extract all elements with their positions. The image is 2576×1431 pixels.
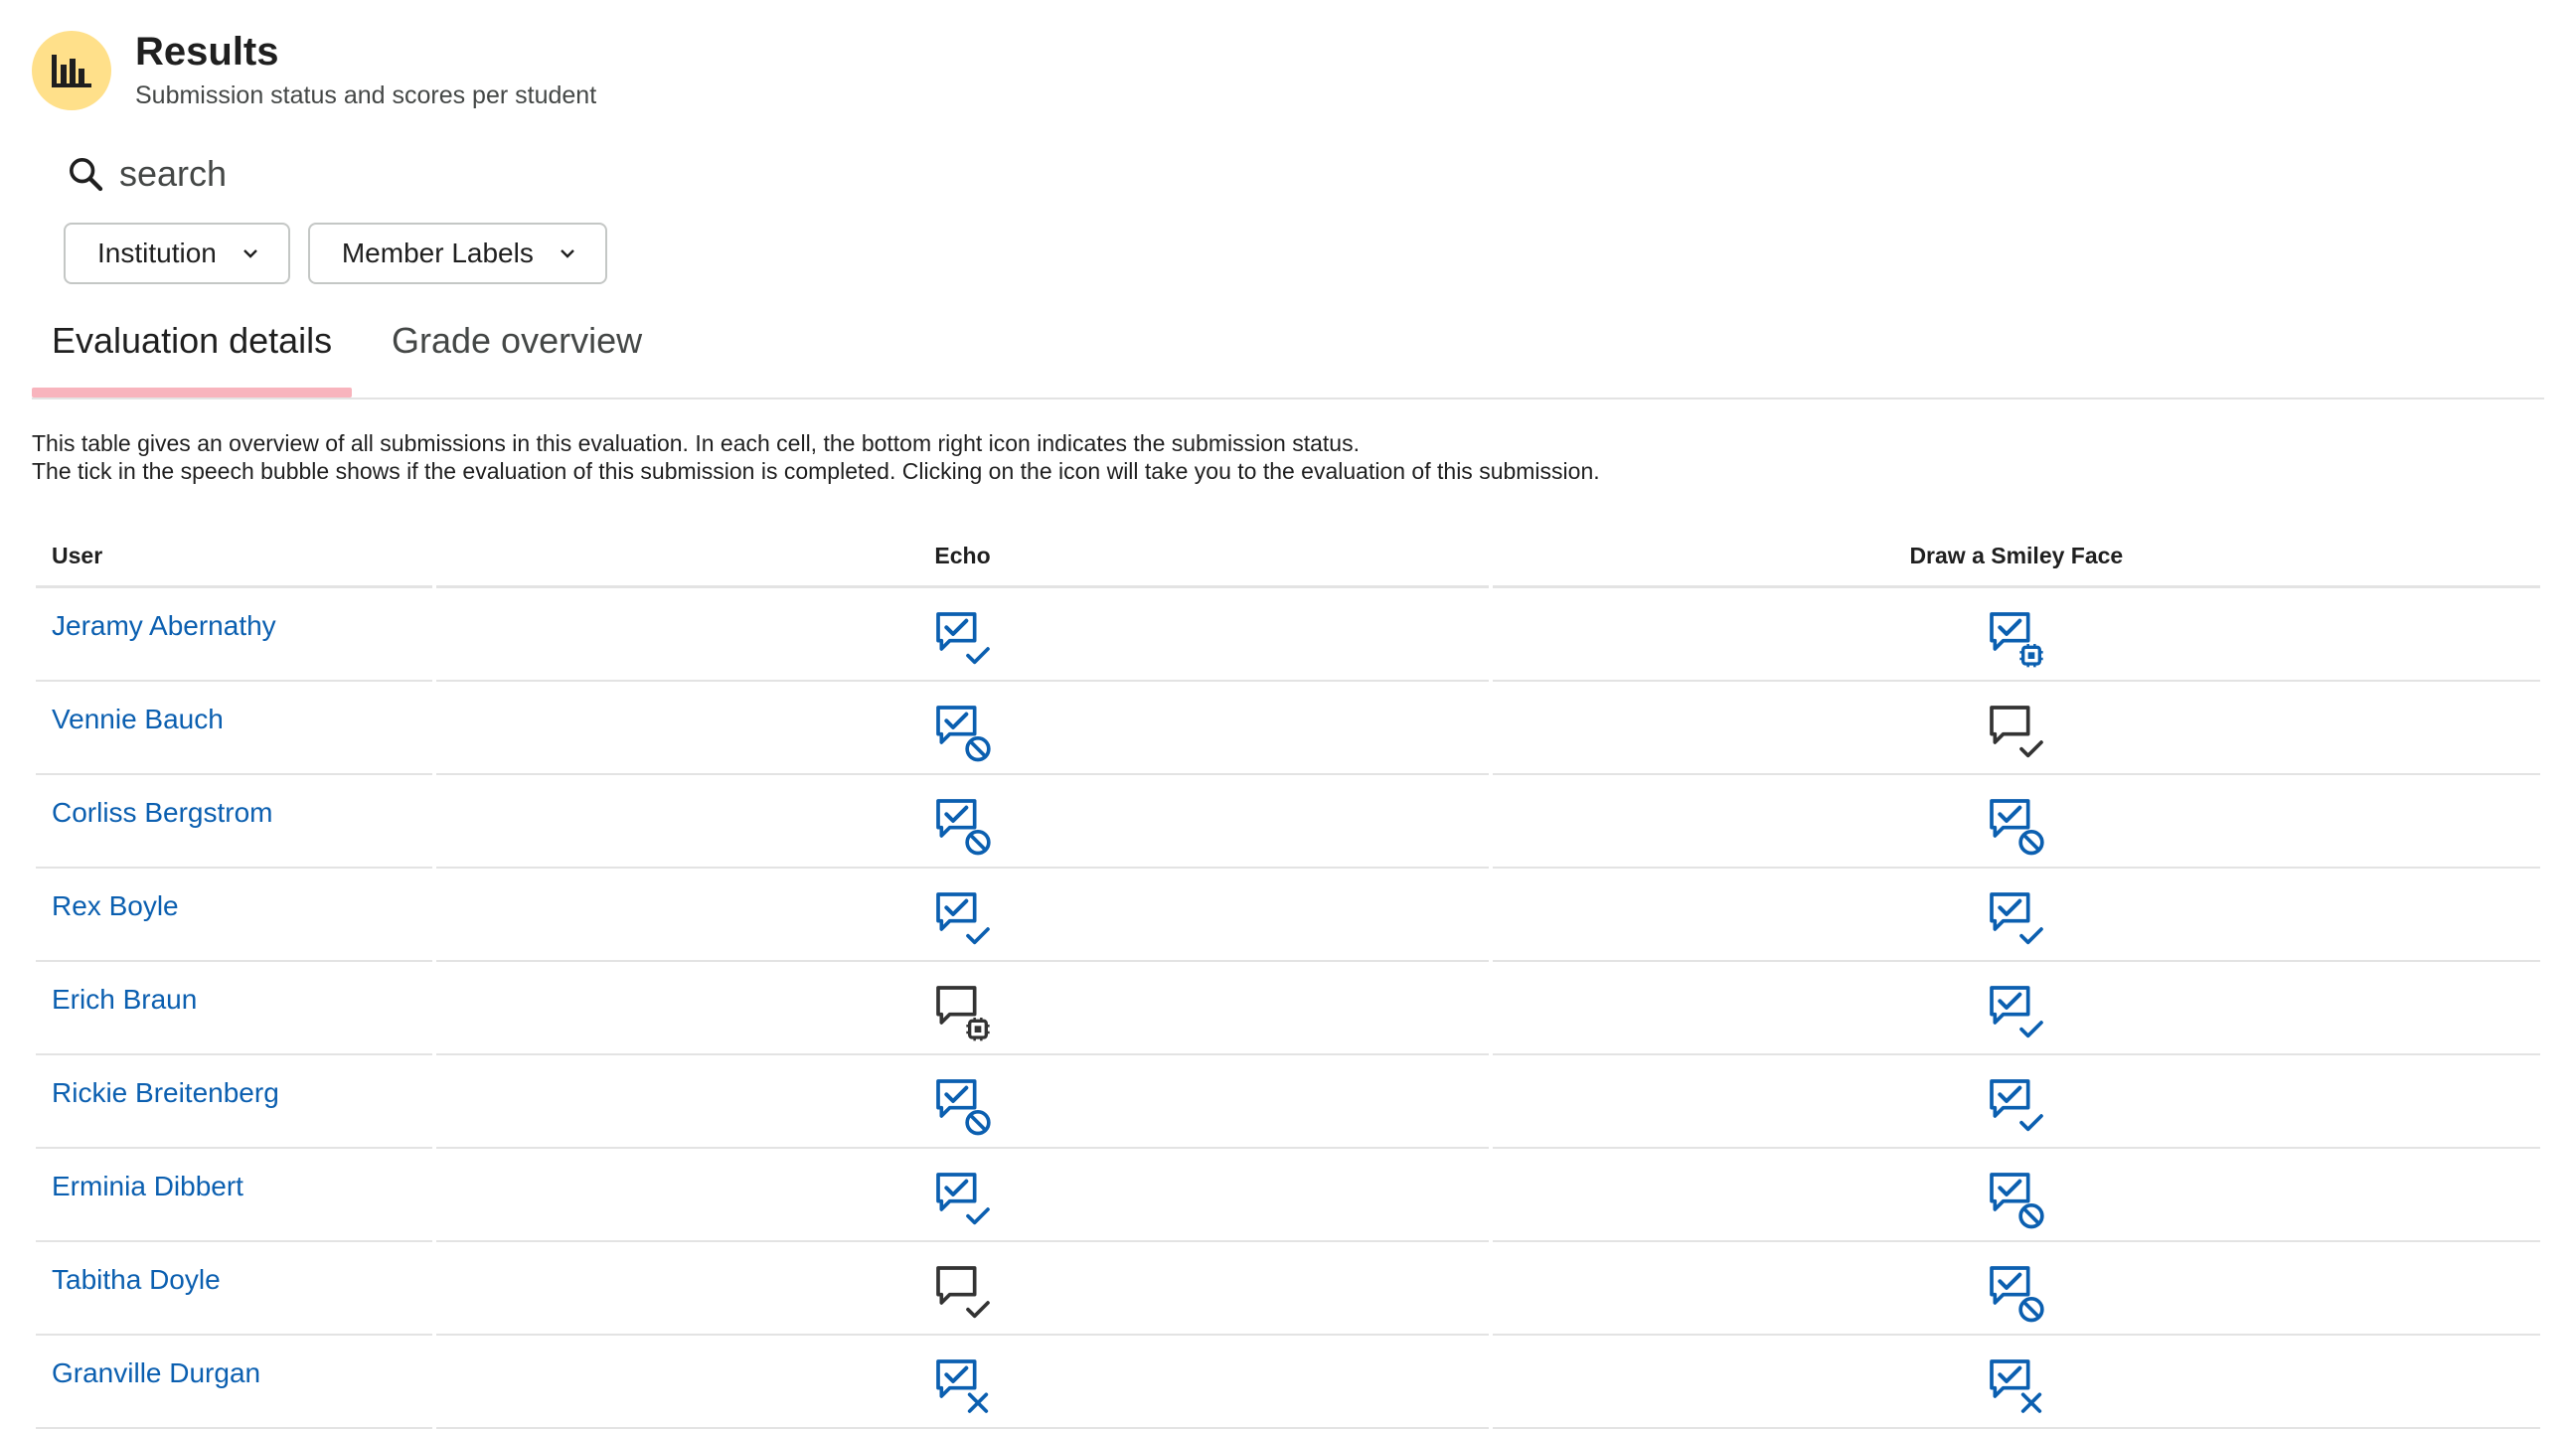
institution-filter[interactable]: Institution bbox=[64, 223, 290, 284]
draw-status-cell bbox=[1492, 588, 2540, 682]
page-header: Results Submission status and scores per… bbox=[32, 30, 596, 110]
chevron-down-icon bbox=[556, 241, 579, 265]
header-text: Results Submission status and scores per… bbox=[135, 30, 596, 110]
table-row: Granville Durgan bbox=[36, 1336, 2540, 1429]
search-input[interactable] bbox=[119, 153, 636, 195]
user-link[interactable]: Granville Durgan bbox=[52, 1357, 260, 1389]
search-bar bbox=[66, 153, 662, 195]
draw-status-cell bbox=[1492, 869, 2540, 962]
submission-wrong-icon[interactable] bbox=[933, 1356, 993, 1416]
echo-status-cell bbox=[436, 1336, 1489, 1429]
user-link[interactable]: Corliss Bergstrom bbox=[52, 797, 272, 829]
table-row: Erminia Dibbert bbox=[36, 1149, 2540, 1242]
description-line: The tick in the speech bubble shows if t… bbox=[32, 458, 1600, 484]
filter-bar: Institution Member Labels bbox=[64, 223, 607, 284]
echo-status-cell bbox=[436, 588, 1489, 682]
echo-status-cell bbox=[436, 1055, 1489, 1149]
submission-blocked-icon[interactable] bbox=[1987, 1263, 2046, 1323]
draw-status-cell bbox=[1492, 1055, 2540, 1149]
user-link[interactable]: Erich Braun bbox=[52, 984, 197, 1016]
echo-status-cell bbox=[436, 869, 1489, 962]
user-cell: Corliss Bergstrom bbox=[36, 775, 433, 869]
page-title: Results bbox=[135, 30, 279, 74]
user-link[interactable]: Rickie Breitenberg bbox=[52, 1077, 279, 1109]
submission-blocked-icon[interactable] bbox=[1987, 796, 2046, 856]
user-cell: Tabitha Doyle bbox=[36, 1242, 433, 1336]
submission-running-icon[interactable] bbox=[1987, 609, 2046, 669]
submission-correct-icon[interactable] bbox=[933, 1170, 993, 1229]
results-page: Results Submission status and scores per… bbox=[0, 0, 2576, 1431]
echo-status-cell bbox=[436, 775, 1489, 869]
user-cell: Granville Durgan bbox=[36, 1336, 433, 1429]
submission-blocked-icon[interactable] bbox=[933, 1076, 993, 1136]
submission-wrong-icon[interactable] bbox=[1987, 1356, 2046, 1416]
submission-correct-icon[interactable] bbox=[933, 889, 993, 949]
chevron-down-icon bbox=[239, 241, 262, 265]
echo-status-cell bbox=[436, 682, 1489, 775]
table-row: Tabitha Doyle bbox=[36, 1242, 2540, 1336]
submission-correct-icon[interactable] bbox=[933, 609, 993, 669]
echo-status-cell bbox=[436, 1242, 1489, 1336]
description-line: This table gives an overview of all subm… bbox=[32, 430, 1360, 456]
user-link[interactable]: Jeramy Abernathy bbox=[52, 610, 276, 642]
tab-grade-overview[interactable]: Grade overview bbox=[392, 316, 642, 399]
filter-label: Institution bbox=[97, 238, 217, 268]
user-link[interactable]: Erminia Dibbert bbox=[52, 1171, 243, 1202]
table-description: This table gives an overview of all subm… bbox=[32, 429, 1600, 485]
bar-chart-icon bbox=[50, 51, 93, 90]
echo-status-cell bbox=[436, 1149, 1489, 1242]
table-row: Corliss Bergstrom bbox=[36, 775, 2540, 869]
draw-status-cell bbox=[1492, 775, 2540, 869]
submission-blocked-icon[interactable] bbox=[1987, 1170, 2046, 1229]
user-cell: Erminia Dibbert bbox=[36, 1149, 433, 1242]
column-header-echo: Echo bbox=[436, 527, 1489, 588]
submission-correct-icon[interactable] bbox=[1987, 703, 2046, 762]
user-link[interactable]: Vennie Bauch bbox=[52, 704, 224, 735]
search-icon[interactable] bbox=[66, 154, 105, 194]
user-link[interactable]: Rex Boyle bbox=[52, 890, 179, 922]
member-labels-filter[interactable]: Member Labels bbox=[307, 223, 607, 284]
avatar bbox=[32, 30, 111, 110]
submission-correct-icon[interactable] bbox=[933, 1263, 993, 1323]
active-tab-indicator bbox=[32, 388, 352, 398]
page-subtitle: Submission status and scores per student bbox=[135, 81, 597, 109]
table-row: Vennie Bauch bbox=[36, 682, 2540, 775]
table-row: Rex Boyle bbox=[36, 869, 2540, 962]
user-cell: Erich Braun bbox=[36, 962, 433, 1055]
table-body: Jeramy Abernathy Vennie Bauch Corliss Berg… bbox=[36, 588, 2540, 1429]
table-row: Jeramy Abernathy bbox=[36, 588, 2540, 682]
user-cell: Rickie Breitenberg bbox=[36, 1055, 433, 1149]
tab-bar: Evaluation details Grade overview bbox=[32, 316, 2544, 399]
submission-correct-icon[interactable] bbox=[1987, 983, 2046, 1042]
user-cell: Rex Boyle bbox=[36, 869, 433, 962]
draw-status-cell bbox=[1492, 1149, 2540, 1242]
results-table: User Echo Draw a Smiley Face Jeramy Aber… bbox=[36, 527, 2540, 1429]
draw-status-cell bbox=[1492, 682, 2540, 775]
draw-status-cell bbox=[1492, 1336, 2540, 1429]
column-header-user: User bbox=[36, 527, 433, 588]
submission-blocked-icon[interactable] bbox=[933, 703, 993, 762]
draw-status-cell bbox=[1492, 1242, 2540, 1336]
user-cell: Vennie Bauch bbox=[36, 682, 433, 775]
filter-label: Member Labels bbox=[341, 238, 534, 268]
table-header: User Echo Draw a Smiley Face bbox=[36, 527, 2540, 588]
table-row: Erich Braun bbox=[36, 962, 2540, 1055]
submission-running-icon[interactable] bbox=[933, 983, 993, 1042]
column-header-draw-a-smiley-face: Draw a Smiley Face bbox=[1492, 527, 2540, 588]
submission-blocked-icon[interactable] bbox=[933, 796, 993, 856]
echo-status-cell bbox=[436, 962, 1489, 1055]
user-link[interactable]: Tabitha Doyle bbox=[52, 1264, 221, 1296]
draw-status-cell bbox=[1492, 962, 2540, 1055]
submission-correct-icon[interactable] bbox=[1987, 889, 2046, 949]
user-cell: Jeramy Abernathy bbox=[36, 588, 433, 682]
submission-correct-icon[interactable] bbox=[1987, 1076, 2046, 1136]
table-row: Rickie Breitenberg bbox=[36, 1055, 2540, 1149]
